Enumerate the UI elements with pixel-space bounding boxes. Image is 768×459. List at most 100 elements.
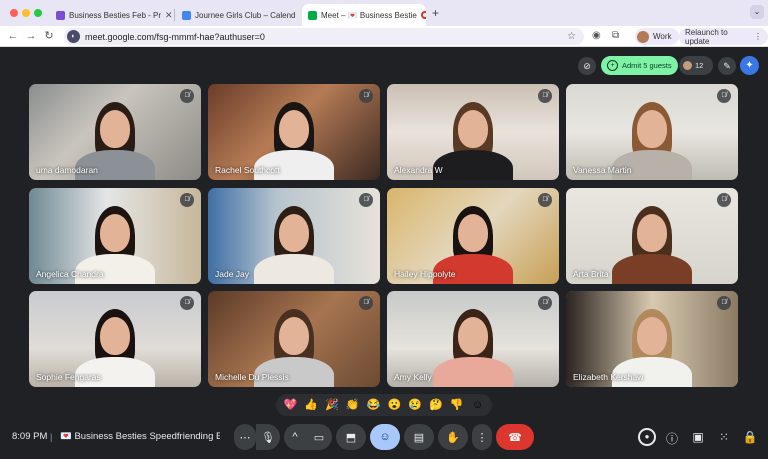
site-info-icon[interactable]: ◐: [67, 30, 80, 43]
participant-tile[interactable]: 🎙̸ Arta Brita: [566, 188, 738, 284]
form-favicon-icon: [56, 10, 65, 20]
host-controls-icon[interactable]: 🔒: [742, 430, 758, 444]
gemini-icon[interactable]: ✦: [740, 56, 759, 75]
minimize-window-button[interactable]: [22, 9, 30, 17]
hidden-camera-icon[interactable]: ⊘: [578, 57, 596, 75]
participant-tile[interactable]: 🎙̸ Hailey Hippolyte: [387, 188, 559, 284]
reaction-button[interactable]: 👏: [344, 396, 362, 414]
participant-name: uma damodaran: [36, 165, 98, 175]
participant-name: Michelle Du Plessis: [215, 372, 289, 382]
participant-face: [279, 110, 309, 148]
edit-layout-icon[interactable]: ✎: [718, 57, 736, 75]
meeting-tools-icon[interactable]: ●: [638, 428, 656, 446]
relaunch-button[interactable]: Relaunch to update ⋮: [679, 28, 768, 46]
browser-tab-business-besties[interactable]: Business Besties Feb - Pr ✕: [50, 4, 172, 26]
present-button[interactable]: ⬒: [336, 424, 366, 450]
mic-off-icon: 🎙̸: [717, 193, 731, 207]
browser-tab-calendar[interactable]: Journee Girls Club – Calend ✕: [176, 4, 298, 26]
participant-name: Jade Jay: [215, 269, 250, 279]
admit-guests-button[interactable]: + Admit 5 guests: [601, 56, 678, 75]
info-icon[interactable]: ⓘ: [664, 430, 680, 447]
avatar: [637, 30, 649, 43]
more-options-left-button[interactable]: ⋯: [234, 424, 256, 450]
forward-icon[interactable]: →: [24, 30, 38, 43]
participant-face: [637, 214, 667, 252]
participant-body: [433, 150, 513, 180]
close-tab-icon[interactable]: ✕: [165, 10, 172, 21]
reload-icon[interactable]: ↻: [42, 30, 56, 43]
participant-tile[interactable]: 🎙̸ Elizabeth Kershaw: [566, 291, 738, 387]
more-vert-icon: ⋮: [476, 431, 488, 444]
reaction-button[interactable]: 👎: [448, 396, 466, 414]
activities-icon[interactable]: ⁙: [716, 430, 732, 444]
close-window-button[interactable]: [10, 9, 18, 17]
participant-face: [458, 110, 488, 148]
reactions-button[interactable]: ☺: [370, 424, 400, 450]
url-text: meet.google.com/fsg-mmmf-hae?authuser=0: [85, 31, 265, 42]
participant-name: Vanessa Martin: [573, 165, 632, 175]
chat-icon[interactable]: ▣: [690, 430, 706, 444]
browser-tab-meet[interactable]: Meet – 💌 Business Bestie ✕: [302, 4, 426, 26]
tab-search-button[interactable]: ⌄: [750, 5, 764, 19]
reaction-button[interactable]: 💖: [281, 396, 299, 414]
camera-options-button[interactable]: ^: [284, 424, 306, 450]
participant-name: Arta Brita: [573, 269, 609, 279]
reaction-button[interactable]: ☺: [469, 396, 487, 414]
mic-off-icon: 🎙̸: [359, 296, 373, 310]
end-call-icon: ☎: [508, 431, 522, 444]
profile-label: Work: [653, 32, 672, 41]
present-screen-icon: ⬒: [345, 431, 357, 444]
maximize-window-button[interactable]: [34, 9, 42, 17]
address-bar[interactable]: ◐ meet.google.com/fsg-mmmf-hae?authuser=…: [64, 28, 584, 45]
avatar: [683, 61, 692, 70]
participant-tile[interactable]: 🎙̸ uma damodaran: [29, 84, 201, 180]
mic-off-icon: 🎙̸: [717, 296, 731, 310]
extensions-icon[interactable]: ⧉: [612, 30, 619, 41]
mic-off-icon: 🎙̸: [180, 89, 194, 103]
add-person-icon: +: [607, 60, 618, 71]
clock: 8:09 PM: [12, 431, 48, 442]
back-icon[interactable]: ←: [6, 30, 20, 43]
captions-icon: ▤: [413, 431, 425, 444]
participant-tile[interactable]: 🎙̸ Amy Kelly: [387, 291, 559, 387]
mic-off-icon: 🎙̸: [359, 89, 373, 103]
participant-body: [254, 254, 334, 284]
leave-call-button[interactable]: ☎: [496, 424, 534, 450]
reaction-button[interactable]: 😮: [385, 396, 403, 414]
new-tab-button[interactable]: +: [432, 6, 439, 20]
divider: |: [50, 432, 53, 442]
camera-button[interactable]: ▭: [306, 424, 332, 450]
cast-icon[interactable]: ◉: [592, 30, 601, 41]
participants-button[interactable]: 12: [679, 56, 713, 75]
participant-tile[interactable]: 🎙̸ Vanessa Martin: [566, 84, 738, 180]
participant-tile[interactable]: 🎙̸ Michelle Du Plessis: [208, 291, 380, 387]
participant-face: [279, 317, 309, 355]
mic-off-icon: 🎙̸: [538, 193, 552, 207]
participant-face: [100, 317, 130, 355]
captions-button[interactable]: ▤: [404, 424, 434, 450]
reaction-button[interactable]: 😢: [406, 396, 424, 414]
more-options-button[interactable]: ⋮: [472, 424, 492, 450]
participant-tile[interactable]: 🎙̸ Jade Jay: [208, 188, 380, 284]
participant-face: [100, 110, 130, 148]
microphone-button[interactable]: 🎙: [256, 424, 280, 450]
reaction-button[interactable]: 🎉: [323, 396, 341, 414]
participant-name: Hailey Hippolyte: [394, 269, 456, 279]
participant-tile[interactable]: 🎙̸ Alexandra W: [387, 84, 559, 180]
participant-tile[interactable]: 🎙̸ Angelica Chandra: [29, 188, 201, 284]
raise-hand-button[interactable]: ✋: [438, 424, 468, 450]
participant-tile[interactable]: 🎙̸ Rachel Southcott: [208, 84, 380, 180]
tab-label: Meet – 💌 Business Bestie: [321, 10, 417, 20]
profile-button[interactable]: Work: [635, 28, 679, 45]
reaction-button[interactable]: 👍: [302, 396, 320, 414]
tab-label: Journee Girls Club – Calend: [195, 10, 296, 20]
reaction-button[interactable]: 😂: [365, 396, 383, 414]
emoji-icon: ☺: [379, 431, 391, 443]
video-camera-icon: ▭: [313, 431, 325, 444]
bookmark-star-icon[interactable]: ☆: [567, 31, 576, 42]
participant-tile[interactable]: 🎙̸ Sophie Fengaras: [29, 291, 201, 387]
more-menu-icon[interactable]: ⋮: [754, 32, 762, 41]
reaction-button[interactable]: 🤔: [427, 396, 445, 414]
participant-face: [458, 214, 488, 252]
meeting-title: 💌 Business Besties Speedfriending Ev...: [60, 431, 220, 442]
